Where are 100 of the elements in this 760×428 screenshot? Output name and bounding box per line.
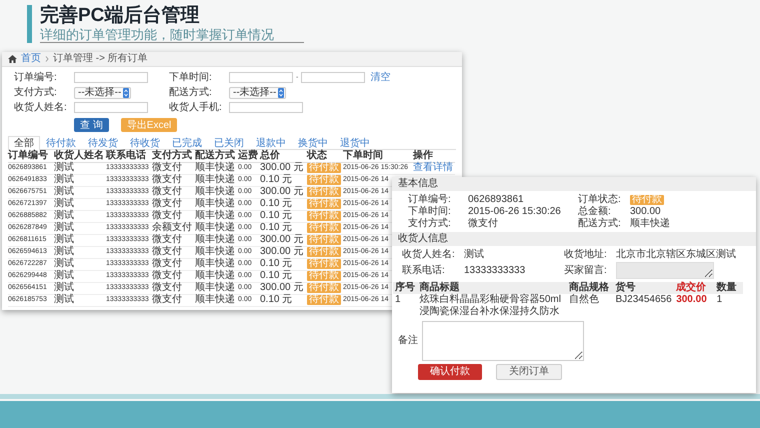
table-cell: 0.10 元 — [260, 295, 292, 306]
field-label: 买家留言: — [564, 265, 608, 276]
filter-tab[interactable]: 已关闭 — [208, 136, 250, 149]
input-field[interactable] — [229, 102, 303, 113]
field-value: 13333333333 — [464, 265, 526, 276]
chevron-icon — [45, 56, 49, 62]
table-cell: 顺丰快递 — [195, 247, 235, 258]
column-header: 货号 — [614, 282, 674, 294]
field-label: 联系电话: — [402, 265, 446, 276]
table-cell: 300.00 元 — [260, 235, 304, 246]
table-cell: 顺丰快递 — [195, 235, 235, 246]
table-cell: 0.10 元 — [260, 223, 292, 234]
column-header: 成交价 — [674, 282, 715, 294]
table-cell: 顺丰快递 — [195, 187, 235, 198]
clear-link[interactable]: 清空 — [370, 72, 390, 84]
field-label: 支付方式: — [408, 218, 452, 229]
table-cell: 余额支付 — [152, 223, 192, 234]
action-button[interactable]: 查 询 — [74, 118, 109, 132]
table-cell: 顺丰快递 — [195, 163, 235, 174]
table-cell: 微支付 — [152, 247, 182, 258]
table-cell: 测试 — [54, 211, 74, 222]
table-cell: 测试 — [54, 247, 74, 258]
section-header: 基本信息 — [392, 177, 756, 191]
status-badge: 待付款 — [307, 223, 341, 234]
column-header: 总价 — [260, 150, 307, 162]
filter-tab[interactable]: 退货中 — [334, 136, 376, 149]
date-field[interactable] — [301, 72, 366, 83]
status-badge: 待付款 — [307, 163, 341, 174]
column-header: 运费 — [238, 150, 260, 162]
filter-tab[interactable]: 全部 — [8, 136, 40, 150]
breadcrumb-link[interactable]: 首页 — [21, 53, 41, 65]
column-header: 收货人姓名 — [54, 150, 106, 162]
table-cell: 微支付 — [152, 259, 182, 270]
table-cell: 测试 — [54, 295, 74, 306]
date-field[interactable] — [229, 72, 293, 83]
table-cell: 顺丰快递 — [195, 175, 235, 186]
table-cell: 0.10 元 — [260, 271, 292, 282]
column-header: 序号 — [393, 282, 418, 294]
action-button[interactable]: 关闭订单 — [496, 364, 562, 380]
filter-tab[interactable]: 待付款 — [40, 136, 82, 149]
remark-field[interactable] — [422, 321, 584, 361]
table-cell: 微支付 — [152, 199, 182, 210]
table-cell: 炫珠白料晶晶彩釉硬骨容器50ml浸陶瓷保湿台补水保湿持久防水 — [419, 294, 561, 317]
table-cell: 微支付 — [152, 295, 182, 306]
slide-title: 完善PC端后台管理 — [40, 5, 200, 27]
column-header: 下单时间 — [343, 150, 413, 162]
field-value: 微支付 — [468, 218, 499, 229]
select-field[interactable]: --未选择-- — [74, 86, 132, 98]
up-down-arrows-icon — [278, 88, 284, 98]
table-cell: 微支付 — [152, 271, 182, 282]
table-cell: 微支付 — [152, 187, 182, 198]
filter-tab[interactable]: 待发货 — [82, 136, 124, 149]
breadcrumb-path: 订单管理 -> 所有订单 — [53, 53, 148, 65]
up-down-arrows-icon — [123, 88, 130, 98]
filter-tab[interactable]: 换货中 — [292, 136, 334, 149]
table-cell: 顺丰快递 — [195, 271, 235, 282]
field-label: 收货地址: — [564, 249, 608, 260]
table-cell: 测试 — [54, 199, 74, 210]
status-badge: 待付款 — [307, 295, 341, 306]
filter-tab[interactable]: 待收货 — [124, 136, 166, 149]
table-cell: 顺丰快递 — [195, 295, 235, 306]
field-label: 配送方式: — [578, 218, 622, 229]
action-button[interactable]: 确认付款 — [418, 364, 482, 380]
status-badge: 待付款 — [307, 271, 341, 282]
input-field[interactable] — [74, 72, 148, 83]
table-cell: BJ23454656 — [616, 294, 672, 305]
column-header: 商品标题 — [417, 282, 567, 294]
field-value: 300.00 — [630, 206, 662, 217]
table-cell: 微支付 — [152, 211, 182, 222]
table-cell: 顺丰快递 — [195, 211, 235, 222]
column-header: 配送方式 — [195, 150, 238, 162]
status-badge: 待付款 — [307, 175, 341, 186]
table-cell: 300.00 元 — [260, 247, 304, 258]
table-cell: 测试 — [54, 223, 74, 234]
filter-tab[interactable]: 已完成 — [166, 136, 208, 149]
status-badge: 待付款 — [307, 199, 341, 210]
table-cell: 测试 — [54, 187, 74, 198]
table-cell: 微支付 — [152, 235, 182, 246]
slide-subtitle: 详细的订单管理功能，随时掌握订单情况 — [40, 27, 304, 43]
table-cell: 300.00 元 — [260, 283, 304, 294]
table-cell: 300.00 — [676, 294, 707, 305]
field-value: 2015-06-26 15:30:26 — [468, 206, 562, 217]
details-link[interactable]: 查看详情 — [413, 163, 453, 174]
field-label: 订单编号: — [14, 72, 58, 84]
message-field[interactable] — [616, 262, 714, 279]
table-cell: 测试 — [54, 175, 74, 186]
input-field[interactable] — [74, 102, 148, 113]
field-value: 北京市北京辖区东城区测试 — [616, 249, 737, 260]
home-icon[interactable] — [8, 55, 17, 63]
table-cell: 0.10 元 — [260, 259, 292, 270]
select-field[interactable]: --未选择-- — [229, 86, 286, 98]
filter-tab[interactable]: 退款中 — [250, 136, 292, 149]
field-label: 备注 — [398, 335, 419, 347]
table-cell: 测试 — [54, 283, 74, 294]
section-header: 收货人信息 — [392, 232, 756, 246]
status-badge: 待付款 — [307, 187, 341, 198]
table-cell: 测试 — [54, 163, 74, 174]
column-header: 数量 — [714, 282, 743, 294]
column-header: 操作 — [413, 150, 455, 162]
status-badge: 待付款 — [307, 211, 341, 222]
